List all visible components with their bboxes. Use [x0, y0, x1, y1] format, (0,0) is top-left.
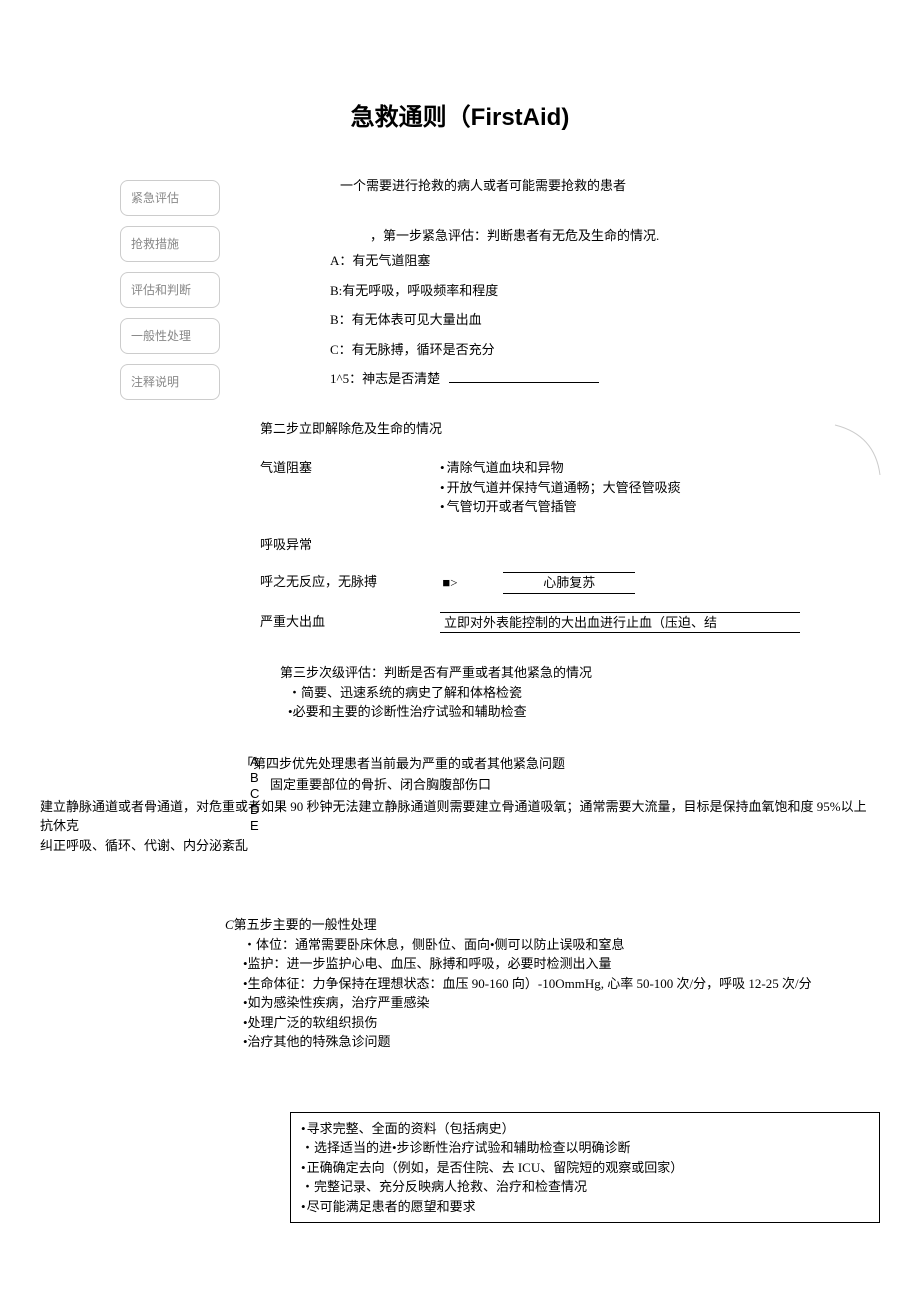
step1-item-5-text: 1^5：神志是否清楚 — [330, 371, 440, 386]
step3-bullet: ・简要、迅速系统的病史了解和体格检瓷 — [288, 683, 920, 703]
sidebar-item-emergency-eval[interactable]: 紧急评估 — [120, 180, 220, 216]
step5-title: C第五步主要的一般性处理 — [225, 915, 920, 935]
intro-line: 一个需要进行抢救的病人或者可能需要抢救的患者 — [340, 176, 920, 196]
step2-row-breathing: 呼吸异常 — [260, 535, 920, 555]
step2-row-bleeding: 严重大出血 立即对外表能控制的大出血进行止血（压迫、结 — [260, 612, 920, 634]
step3-title: 第三步次级评估：判断是否有严重或者其他紧急的情况 — [280, 663, 920, 683]
content-step1: 一个需要进行抢救的病人或者可能需要抢救的患者 ，第一步紧急评估：判断患者有无危及… — [290, 176, 920, 389]
sidebar-item-label: 一般性处理 — [131, 329, 191, 343]
bottom-item: 寻求完整、全面的资料（包括病史） — [301, 1119, 869, 1139]
step5-prefix: C — [225, 917, 234, 932]
step3-bullet-text: 必要和主要的诊断性治疗试验和辅助检查 — [293, 704, 527, 719]
step2-airway-item: 开放气道并保持气道通畅；大管径管吸痰 — [440, 478, 920, 498]
title-close: ) — [561, 104, 569, 131]
bleeding-box: 立即对外表能控制的大出血进行止血（压迫、结 — [440, 612, 800, 634]
sidebar-item-eval-judge[interactable]: 评估和判断 — [120, 272, 220, 308]
curve-decoration-icon — [830, 420, 890, 480]
step1-item-c: C：有无脉搏，循环是否充分 — [330, 340, 920, 360]
step4-long2: 抗休克 — [40, 816, 920, 836]
step4-long3: 纠正呼吸、循环、代谢、内分泌紊乱 — [40, 836, 920, 856]
content-step3: 第三步次级评估：判断是否有严重或者其他紧急的情况 ・简要、迅速系统的病史了解和体… — [280, 663, 920, 722]
step4-long-lines: 建立静脉通道或者骨通道，对危重或者如果 90 秒钟无法建立静脉通道则需要建立骨通… — [40, 797, 920, 856]
step1-item-b1: B:有无呼吸，呼吸频率和程度 — [330, 281, 920, 301]
sidebar-item-label: 紧急评估 — [131, 191, 179, 205]
bottom-item: 正确确定去向（例如，是否住院、去 ICU、留院短的观察或回家） — [301, 1158, 869, 1178]
step3-bullet-text: 简要、迅速系统的病史了解和体格检瓷 — [301, 685, 522, 700]
step2-airway-label: 气道阻塞 — [260, 458, 440, 517]
title-en-part: FirstAid — [471, 104, 562, 131]
step2-title: 第二步立即解除危及生命的情况 — [260, 419, 920, 439]
step5-title-text: 第五步主要的一般性处理 — [234, 917, 377, 932]
step3-bullet: •必要和主要的诊断性治疗试验和辅助检查 — [288, 702, 920, 722]
letter-b: B — [250, 770, 259, 786]
letter-d: D — [250, 802, 259, 818]
arrow-right-icon: ■> — [440, 573, 460, 593]
step2-bleeding-measures: 立即对外表能控制的大出血进行止血（压迫、结 — [440, 612, 920, 634]
step5-item: •处理广泛的软组织损伤 — [243, 1013, 920, 1033]
step4-long1: 建立静脉通道或者骨通道，对危重或者如果 90 秒钟无法建立静脉通道则需要建立骨通… — [40, 797, 920, 817]
step5-item: •监护：进一步监护心电、血压、脉搏和呼吸，必要时检测出入量 — [243, 954, 920, 974]
step1-item-a: A：有无气道阻塞 — [330, 251, 920, 271]
step5-item: ・体位：通常需要卧床休息，侧卧位、面向•侧可以防止误吸和窒息 — [243, 935, 920, 955]
letter-c: C — [250, 786, 259, 802]
step1-title: ，第一步紧急评估：判断患者有无危及生命的情况. — [370, 226, 920, 246]
step3-bullets: ・简要、迅速系统的病史了解和体格检瓷 •必要和主要的诊断性治疗试验和辅助检查 — [288, 683, 920, 722]
bottom-notes-box: 寻求完整、全面的资料（包括病史） ・选择适当的进•步诊断性治疗试验和辅助检查以明… — [290, 1112, 880, 1224]
step2-bleeding-label: 严重大出血 — [260, 612, 440, 634]
sidebar: 紧急评估 抢救措施 评估和判断 一般性处理 注释说明 — [120, 180, 220, 410]
content-step2: 第二步立即解除危及生命的情况 气道阻塞 清除气道血块和异物 开放气道并保持气道通… — [260, 419, 920, 634]
sidebar-item-label: 评估和判断 — [131, 283, 191, 297]
title-cn-part: 急救通则（ — [351, 104, 471, 131]
bottom-item: 尽可能满足患者的愿望和要求 — [301, 1197, 869, 1217]
step4-line1: 固定重要部位的骨折、闭合胸腹部伤口 — [270, 775, 920, 795]
step2-nopulse-label: 呼之无反应，无脉搏 — [260, 572, 440, 594]
letter-a: A — [250, 754, 259, 770]
step1-item-5: 1^5：神志是否清楚 — [330, 369, 920, 389]
step2-airway-item: 气管切开或者气管插管 — [440, 497, 920, 517]
content-step5: C第五步主要的一般性处理 ・体位：通常需要卧床休息，侧卧位、面向•侧可以防止误吸… — [225, 915, 920, 1052]
step2-nopulse-measures: ■> 心肺复苏 — [440, 572, 920, 594]
page-title: 急救通则（FirstAid) — [0, 100, 920, 136]
letter-e: E — [250, 818, 259, 834]
step2-row-no-pulse: 呼之无反应，无脉搏 ■> 心肺复苏 — [260, 572, 920, 594]
cpr-box: 心肺复苏 — [503, 572, 635, 594]
underline-decoration — [449, 382, 599, 383]
step2-row-airway: 气道阻塞 清除气道血块和异物 开放气道并保持气道通畅；大管径管吸痰 气管切开或者… — [260, 458, 920, 517]
content-step4: A B C D E 「第四步优先处理患者当前最为严重的或者其他紧急问题 固定重要… — [250, 754, 920, 795]
step2-breathing-measures — [440, 535, 920, 555]
sidebar-item-rescue[interactable]: 抢救措施 — [120, 226, 220, 262]
step5-item: •生命体征：力争保持在理想状态：血压 90-160 向）-10OmmHg, 心率… — [243, 974, 920, 994]
sidebar-item-label: 抢救措施 — [131, 237, 179, 251]
sidebar-item-notes[interactable]: 注释说明 — [120, 364, 220, 400]
step1-item-b2: B：有无体表可见大量出血 — [330, 310, 920, 330]
step4-letters: A B C D E — [250, 754, 259, 834]
step4-title: 「第四步优先处理患者当前最为严重的或者其他紧急问题 — [240, 754, 920, 774]
sidebar-item-label: 注释说明 — [131, 375, 179, 389]
bottom-item: ・选择适当的进•步诊断性治疗试验和辅助检查以明确诊断 — [301, 1138, 869, 1158]
step2-breathing-label: 呼吸异常 — [260, 535, 440, 555]
step5-item: •如为感染性疾病，治疗严重感染 — [243, 993, 920, 1013]
bottom-item: ・完整记录、充分反映病人抢救、治疗和检查情况 — [301, 1177, 869, 1197]
sidebar-item-general[interactable]: 一般性处理 — [120, 318, 220, 354]
step5-item: •治疗其他的特殊急诊问题 — [243, 1032, 920, 1052]
step1-list: A：有无气道阻塞 B:有无呼吸，呼吸频率和程度 B：有无体表可见大量出血 C：有… — [330, 251, 920, 389]
